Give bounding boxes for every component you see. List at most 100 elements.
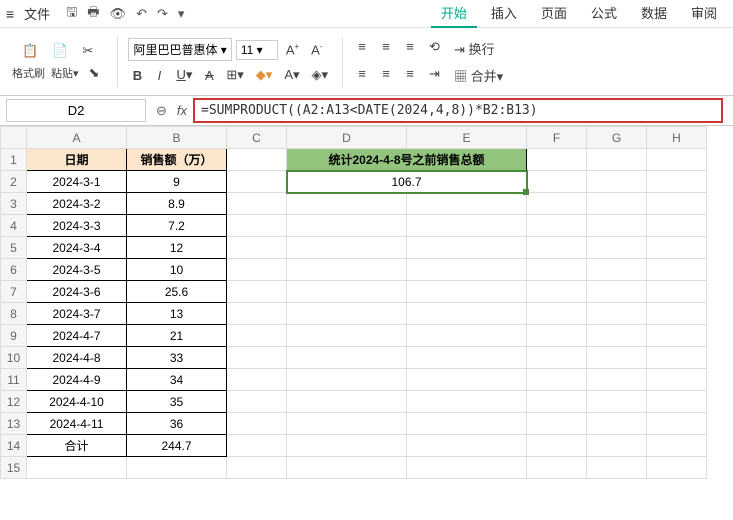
col-header[interactable]: D: [287, 127, 407, 149]
align-right-icon[interactable]: ≡: [401, 64, 419, 87]
row-header[interactable]: 1: [1, 149, 27, 171]
select-all-corner[interactable]: [1, 127, 27, 149]
row-header[interactable]: 6: [1, 259, 27, 281]
col-header[interactable]: B: [127, 127, 227, 149]
cell[interactable]: [287, 215, 407, 237]
cell[interactable]: [287, 435, 407, 457]
cell[interactable]: [647, 237, 707, 259]
cell[interactable]: [127, 457, 227, 479]
cell[interactable]: [647, 325, 707, 347]
cell[interactable]: [647, 391, 707, 413]
undo-icon[interactable]: ↶: [136, 6, 147, 22]
cell[interactable]: [407, 237, 527, 259]
cell[interactable]: [407, 259, 527, 281]
col-header[interactable]: E: [407, 127, 527, 149]
cell[interactable]: [647, 281, 707, 303]
cell[interactable]: [407, 325, 527, 347]
increase-font-icon[interactable]: A+: [282, 40, 303, 59]
tab-insert[interactable]: 插入: [481, 0, 527, 28]
orientation-icon[interactable]: ⟲: [425, 37, 444, 60]
cell[interactable]: 日期: [27, 149, 127, 171]
cell[interactable]: [647, 149, 707, 171]
cell[interactable]: [227, 193, 287, 215]
col-header[interactable]: A: [27, 127, 127, 149]
tab-data[interactable]: 数据: [631, 0, 677, 28]
cell[interactable]: [587, 435, 647, 457]
cell[interactable]: [647, 413, 707, 435]
cell[interactable]: 2024-4-7: [27, 325, 127, 347]
align-center-icon[interactable]: ≡: [377, 64, 395, 87]
cut-icon[interactable]: ✂: [78, 41, 97, 61]
file-menu[interactable]: 文件: [24, 4, 50, 23]
cell[interactable]: [587, 149, 647, 171]
cell[interactable]: [647, 171, 707, 193]
cell[interactable]: [587, 325, 647, 347]
cell[interactable]: 12: [127, 237, 227, 259]
cell[interactable]: [587, 413, 647, 435]
cell[interactable]: [227, 435, 287, 457]
underline-icon[interactable]: U▾: [172, 65, 196, 85]
col-header[interactable]: G: [587, 127, 647, 149]
print-icon[interactable]: 🖶: [87, 3, 99, 25]
row-header[interactable]: 7: [1, 281, 27, 303]
row-header[interactable]: 3: [1, 193, 27, 215]
cell[interactable]: [647, 259, 707, 281]
row-header[interactable]: 11: [1, 369, 27, 391]
cell[interactable]: [407, 413, 527, 435]
cell[interactable]: [647, 193, 707, 215]
cell[interactable]: [587, 369, 647, 391]
cell[interactable]: [647, 369, 707, 391]
paste-icon[interactable]: 📄: [48, 41, 72, 61]
cell[interactable]: [647, 347, 707, 369]
cell[interactable]: 2024-4-11: [27, 413, 127, 435]
cell[interactable]: [227, 325, 287, 347]
cell[interactable]: [527, 391, 587, 413]
indent-icon[interactable]: ⇥: [425, 64, 444, 87]
redo-icon[interactable]: ↷: [157, 6, 168, 22]
qat-dropdown-icon[interactable]: ▾: [178, 6, 185, 22]
cell[interactable]: [587, 237, 647, 259]
cell[interactable]: 8.9: [127, 193, 227, 215]
cell[interactable]: 25.6: [127, 281, 227, 303]
cell[interactable]: [587, 215, 647, 237]
cell[interactable]: 35: [127, 391, 227, 413]
cell[interactable]: [587, 391, 647, 413]
row-header[interactable]: 9: [1, 325, 27, 347]
row-header[interactable]: 4: [1, 215, 27, 237]
cell[interactable]: [287, 193, 407, 215]
cell[interactable]: [527, 457, 587, 479]
row-header[interactable]: 5: [1, 237, 27, 259]
cell[interactable]: [527, 281, 587, 303]
fx-icon[interactable]: fx: [177, 103, 187, 118]
paste-button[interactable]: 粘贴▾: [51, 65, 79, 81]
cell[interactable]: [527, 347, 587, 369]
cell[interactable]: [227, 457, 287, 479]
cell[interactable]: [227, 281, 287, 303]
name-box[interactable]: [6, 99, 146, 122]
col-header[interactable]: C: [227, 127, 287, 149]
cell[interactable]: 2024-3-2: [27, 193, 127, 215]
cell[interactable]: 2024-3-7: [27, 303, 127, 325]
cell[interactable]: [527, 237, 587, 259]
cell[interactable]: [287, 391, 407, 413]
cell[interactable]: [287, 281, 407, 303]
cell[interactable]: [227, 237, 287, 259]
cell[interactable]: [587, 193, 647, 215]
align-bottom-icon[interactable]: ≡: [401, 37, 419, 60]
cell[interactable]: [407, 303, 527, 325]
strike-icon[interactable]: A: [200, 66, 218, 85]
cell[interactable]: [407, 435, 527, 457]
cell[interactable]: [287, 237, 407, 259]
border-icon[interactable]: ⊞▾: [222, 65, 247, 85]
cell[interactable]: 统计2024-4-8号之前销售总额: [287, 149, 527, 171]
decrease-font-icon[interactable]: A-: [307, 40, 326, 59]
cell[interactable]: [227, 347, 287, 369]
cell[interactable]: [287, 457, 407, 479]
clipboard-launcher-icon[interactable]: ⬊: [85, 63, 104, 83]
row-header[interactable]: 13: [1, 413, 27, 435]
cell[interactable]: 2024-4-9: [27, 369, 127, 391]
cell[interactable]: [407, 391, 527, 413]
cell[interactable]: [527, 325, 587, 347]
row-header[interactable]: 10: [1, 347, 27, 369]
align-top-icon[interactable]: ≡: [353, 37, 371, 60]
